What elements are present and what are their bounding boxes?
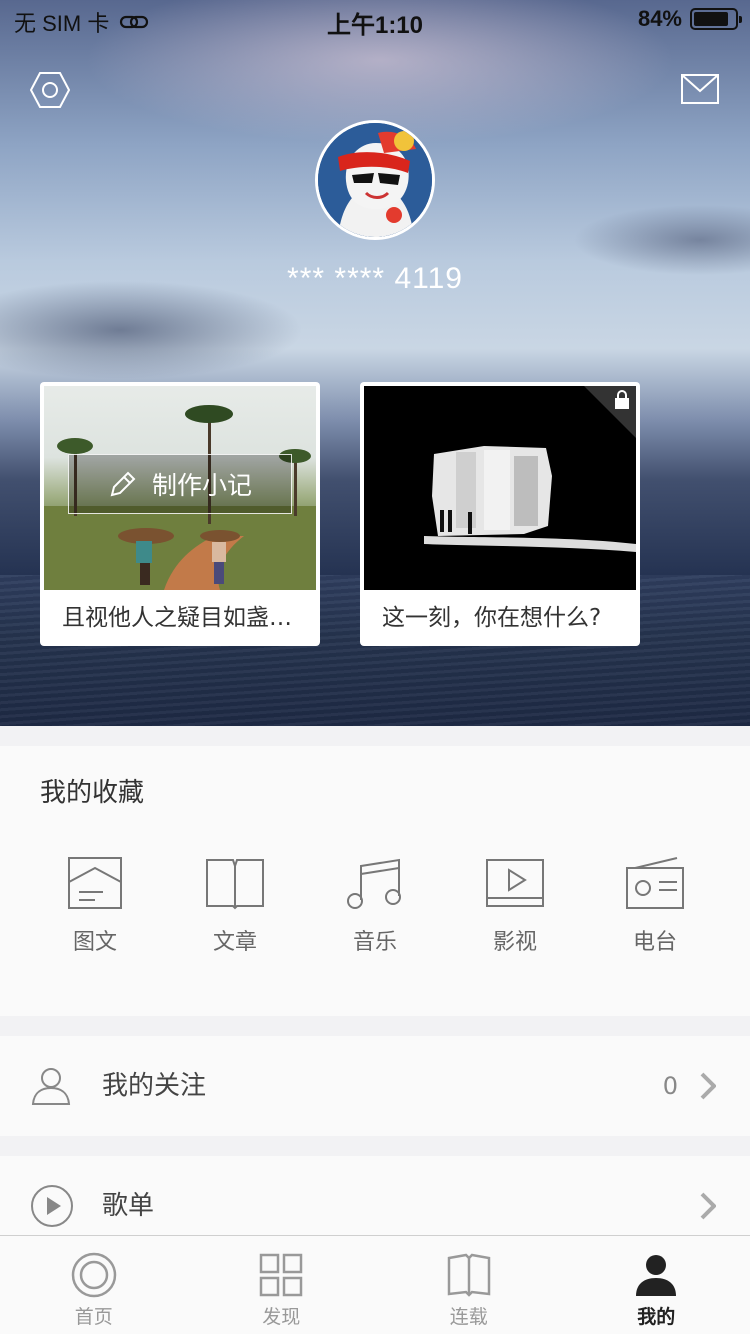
- avatar[interactable]: [315, 120, 435, 240]
- avatar-cat-image: [318, 123, 432, 237]
- favorite-item-video[interactable]: 影视: [445, 856, 585, 956]
- username: *** **** 4119: [287, 262, 463, 295]
- lock-icon: [615, 390, 629, 409]
- battery-icon: [690, 8, 742, 30]
- home-circle-icon: [71, 1252, 116, 1298]
- radio-icon: [626, 857, 684, 909]
- picture-text-icon: [68, 857, 122, 909]
- book-icon: [447, 1253, 490, 1297]
- tab-mine[interactable]: 我的: [563, 1236, 750, 1334]
- tab-home[interactable]: 首页: [0, 1236, 188, 1334]
- book-icon: [206, 859, 264, 910]
- tab-label: 我的: [637, 1306, 676, 1328]
- make-note-button[interactable]: 制作小记: [68, 454, 292, 514]
- tab-label: 连载: [449, 1306, 488, 1328]
- tab-bar: 首页 发现 连载 我的: [0, 1235, 750, 1334]
- favorite-label: 音乐: [352, 930, 397, 955]
- thought-card-photo: [364, 386, 636, 590]
- tab-label: 发现: [262, 1306, 301, 1328]
- grid-icon: [260, 1253, 303, 1297]
- favorite-label: 文章: [212, 930, 257, 955]
- person-filled-icon: [636, 1255, 677, 1296]
- favorite-item-radio[interactable]: 电台: [585, 856, 725, 956]
- tab-serial[interactable]: 连载: [375, 1236, 563, 1334]
- chevron-right-icon: [700, 1072, 716, 1100]
- tab-discover[interactable]: 发现: [188, 1236, 376, 1334]
- favorite-item-music[interactable]: 音乐: [305, 856, 445, 956]
- music-note-icon: [347, 858, 401, 909]
- thought-card-caption: 这一刻，你在想什么?: [382, 605, 602, 631]
- settings-icon[interactable]: [30, 70, 70, 110]
- favorite-label: 影视: [492, 930, 537, 955]
- video-icon: [486, 859, 544, 907]
- note-card-caption: 且视他人之疑目如盏盏鬼火: [62, 605, 316, 631]
- play-icon: [31, 1185, 73, 1227]
- make-note-label: 制作小记: [151, 471, 252, 500]
- battery-indicator: 84%: [637, 6, 742, 32]
- pencil-icon: [110, 471, 136, 497]
- profile-header: 无 SIM 卡 上午1:10 84% *** **** 4119 制作小记 且视…: [0, 0, 750, 726]
- battery-percent: 84%: [637, 6, 682, 31]
- thought-card[interactable]: 这一刻，你在想什么?: [360, 382, 640, 646]
- favorite-label: 图文: [72, 930, 117, 955]
- note-card[interactable]: 制作小记 且视他人之疑目如盏盏鬼火: [40, 382, 320, 646]
- favorite-item-article[interactable]: 文章: [165, 856, 305, 956]
- note-card-photo: 制作小记: [44, 386, 316, 590]
- favorites-title: 我的收藏: [40, 778, 145, 808]
- chevron-right-icon: [700, 1192, 716, 1220]
- favorites-section: 我的收藏 图文 文章 音乐 影视 电台: [0, 746, 750, 1016]
- person-icon: [31, 1068, 71, 1105]
- favorites-list: 图文 文章 音乐 影视 电台: [25, 856, 725, 956]
- my-follows-row[interactable]: 我的关注 0: [0, 1036, 750, 1136]
- my-follows-count: 0: [662, 1072, 678, 1100]
- my-follows-label: 我的关注: [102, 1071, 207, 1101]
- favorite-label: 电台: [632, 930, 677, 955]
- mail-icon[interactable]: [681, 74, 719, 104]
- favorite-item-picture-text[interactable]: 图文: [25, 856, 165, 956]
- status-bar: 无 SIM 卡 上午1:10 84%: [0, 0, 750, 40]
- tab-label: 首页: [74, 1306, 113, 1328]
